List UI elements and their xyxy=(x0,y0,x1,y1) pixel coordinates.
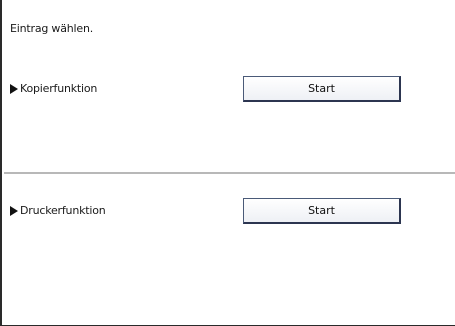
triangle-right-icon xyxy=(10,83,18,94)
printer-function-label: Druckerfunktion xyxy=(20,204,106,217)
copier-function-label: Kopierfunktion xyxy=(20,82,98,95)
copier-start-button[interactable]: Start xyxy=(243,76,401,102)
function-row-copier: Kopierfunktion xyxy=(10,82,97,95)
triangle-right-icon xyxy=(10,205,18,216)
section-divider xyxy=(4,172,455,174)
instruction-text: Eintrag wählen. xyxy=(10,22,94,35)
selection-panel: Eintrag wählen. Kopierfunktion Start Dru… xyxy=(0,0,455,326)
printer-start-button[interactable]: Start xyxy=(243,198,401,224)
function-row-printer: Druckerfunktion xyxy=(10,204,106,217)
